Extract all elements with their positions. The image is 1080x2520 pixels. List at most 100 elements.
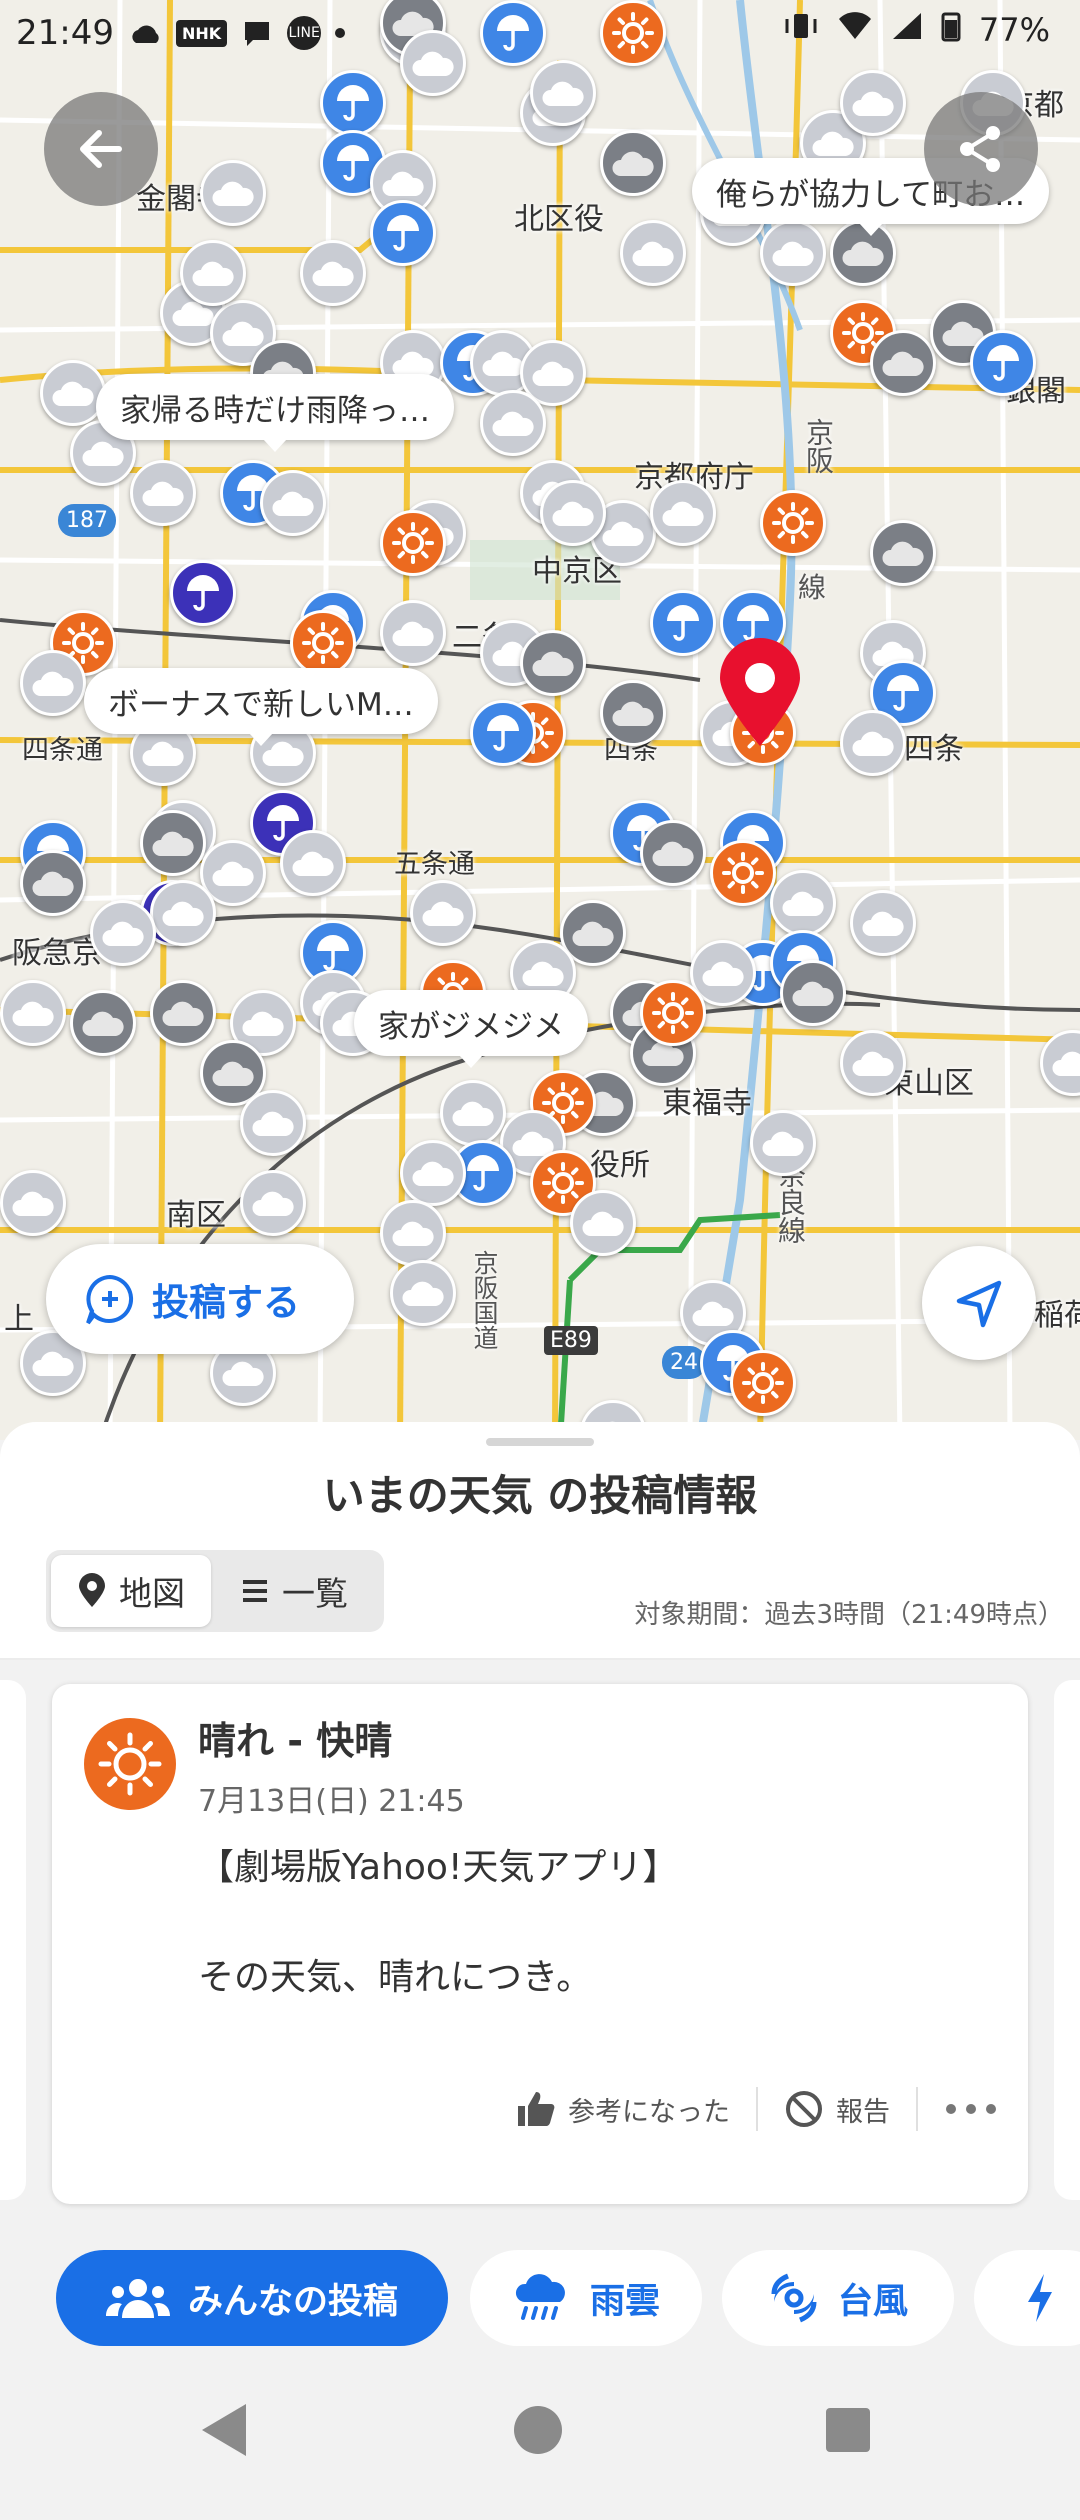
cloud-marker[interactable] (70, 990, 136, 1056)
cloud-marker[interactable] (520, 630, 586, 696)
cloud-marker[interactable] (840, 710, 906, 776)
map-label-kami: 上 (4, 1302, 34, 1337)
cloud-marker[interactable] (240, 1170, 306, 1236)
post-add-icon (86, 1274, 134, 1325)
cloud-marker[interactable] (40, 360, 106, 426)
back-button[interactable] (44, 92, 158, 206)
cloud-marker[interactable] (150, 980, 216, 1046)
cloud-marker[interactable] (410, 880, 476, 946)
cloud-marker[interactable] (280, 830, 346, 896)
tab-typhoon[interactable]: 台風 (722, 2250, 954, 2346)
cloud-marker[interactable] (90, 900, 156, 966)
cloud-marker[interactable] (240, 1090, 306, 1156)
rain-marker[interactable] (370, 200, 436, 266)
chat-plus-icon (241, 18, 273, 48)
nav-recents-icon[interactable] (826, 2408, 870, 2452)
cloud-marker[interactable] (600, 680, 666, 746)
nav-back-icon[interactable] (202, 2404, 246, 2456)
cloud-marker[interactable] (0, 980, 66, 1046)
storm-marker[interactable] (170, 560, 236, 626)
cloud-marker[interactable] (20, 650, 86, 716)
cloud-marker[interactable] (200, 160, 266, 226)
sun-marker[interactable] (730, 1350, 796, 1416)
cloud-marker[interactable] (570, 1190, 636, 1256)
cloud-marker[interactable] (440, 1080, 506, 1146)
cloud-marker[interactable] (650, 480, 716, 546)
cloud-marker[interactable] (540, 480, 606, 546)
post-text-line-2: その天気、晴れにつき。 (198, 1957, 593, 1998)
cloud-marker[interactable] (760, 220, 826, 286)
rain-marker[interactable] (470, 700, 536, 766)
cloud-marker[interactable] (530, 60, 596, 126)
post-bubble-3[interactable]: ボーナスで新しいM… (84, 668, 438, 746)
toggle-map[interactable]: 地図 (51, 1555, 211, 1627)
sheet-drag-handle[interactable] (486, 1438, 594, 1446)
weather-map[interactable]: 金閣寺 北区役 京都府庁 中京区 二条 四条通 四条 四条 五条通 東山区 東福… (0, 0, 1080, 1440)
cloud-marker[interactable] (180, 240, 246, 306)
cloud-marker[interactable] (770, 870, 836, 936)
prev-card-peek[interactable] (0, 1680, 26, 2200)
cloud-marker[interactable] (260, 470, 326, 536)
arrow-left-icon (80, 130, 122, 168)
view-toggle: 地図 一覧 (46, 1550, 384, 1632)
map-label-hankyu: 阪急京 (12, 936, 102, 971)
sun-marker[interactable] (640, 980, 706, 1046)
sun-marker[interactable] (710, 840, 776, 906)
sun-marker[interactable] (760, 490, 826, 556)
cloud-marker[interactable] (850, 890, 916, 956)
cloud-marker[interactable] (0, 1170, 66, 1236)
tab-everyone-posts[interactable]: みんなの投稿 (56, 2250, 448, 2346)
toggle-list[interactable]: 一覧 (211, 1555, 377, 1627)
map-label-shijo-right: 四条 (904, 732, 964, 767)
map-label-keihan-line: 線 (798, 571, 827, 604)
more-button[interactable] (944, 2102, 998, 2116)
my-location-button[interactable] (922, 1246, 1036, 1360)
map-label-yakusho: 役所 (590, 1148, 650, 1183)
post-actions: 参考になった 報告 (516, 2084, 998, 2134)
cloud-moon-icon (128, 19, 162, 47)
cloud-marker[interactable] (480, 390, 546, 456)
cloud-marker[interactable] (620, 220, 686, 286)
tab-everyone-posts-label: みんなの投稿 (187, 2281, 398, 2322)
map-label-keihan-kokudo: 京阪国道 (470, 1250, 499, 1350)
rain-marker[interactable] (320, 70, 386, 136)
next-card-peek[interactable] (1054, 1680, 1080, 2200)
sun-marker[interactable] (290, 610, 356, 676)
cloud-marker[interactable] (640, 820, 706, 886)
cloud-marker[interactable] (20, 850, 86, 916)
cloud-marker[interactable] (150, 880, 216, 946)
share-button[interactable] (924, 92, 1038, 206)
tab-rain-cloud[interactable]: 雨雲 (470, 2250, 702, 2346)
post-bubble-2[interactable]: 家帰る時だけ雨降っ… (96, 374, 454, 452)
helpful-button[interactable]: 参考になった (516, 2090, 730, 2129)
cloud-marker[interactable] (840, 70, 906, 136)
cloud-marker[interactable] (390, 1260, 456, 1326)
cloud-marker[interactable] (780, 960, 846, 1026)
cloud-marker[interactable] (130, 460, 196, 526)
system-nav-bar (0, 2374, 1080, 2520)
cloud-marker[interactable] (870, 330, 936, 396)
dot-icon (335, 28, 346, 38)
cloud-marker[interactable] (380, 600, 446, 666)
rain-marker[interactable] (650, 590, 716, 656)
cloud-marker[interactable] (750, 1110, 816, 1176)
cloud-marker[interactable] (300, 240, 366, 306)
cloud-marker[interactable] (140, 810, 206, 876)
cloud-marker[interactable] (400, 1140, 466, 1206)
cloud-marker[interactable] (870, 520, 936, 586)
cloud-marker[interactable] (600, 130, 666, 196)
rain-marker[interactable] (970, 330, 1036, 396)
post-weather: 晴れ - 快晴 (198, 1719, 393, 1763)
post-bubble-4[interactable]: 家がジメジメ (354, 990, 588, 1068)
cloud-marker[interactable] (380, 1200, 446, 1266)
sun-marker[interactable] (380, 510, 446, 576)
post-card[interactable]: 晴れ - 快晴 7月13日(日) 21:45 【劇場版Yahoo!天気アプリ】 … (52, 1684, 1028, 2204)
tab-thunder[interactable] (974, 2250, 1080, 2346)
report-button[interactable]: 報告 (784, 2089, 890, 2129)
nav-home-icon[interactable] (514, 2406, 562, 2454)
report-label: 報告 (836, 2096, 890, 2128)
people-icon (105, 2279, 170, 2318)
cloud-marker[interactable] (840, 1030, 906, 1096)
navigation-arrow-icon (956, 1280, 1002, 1328)
post-button[interactable]: 投稿する (46, 1244, 354, 1354)
